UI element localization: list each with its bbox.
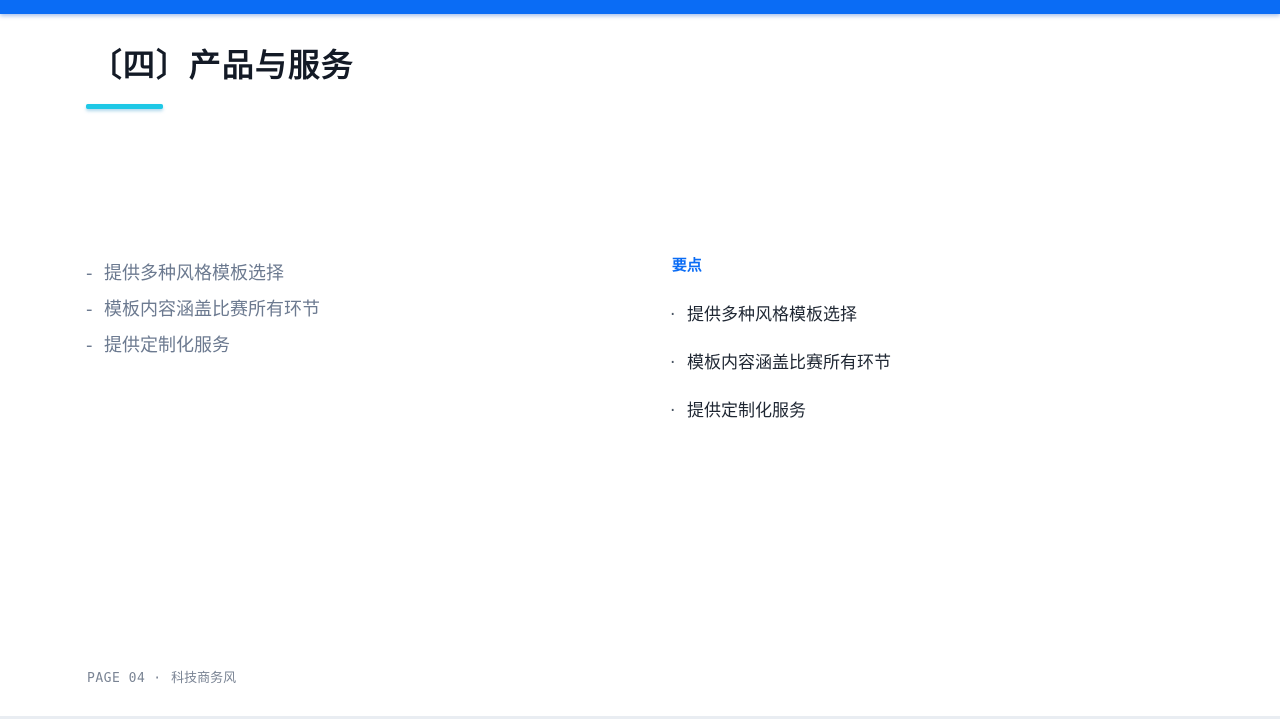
dot-marker: · bbox=[670, 305, 676, 325]
left-list-item-text: 模板内容涵盖比赛所有环节 bbox=[104, 299, 320, 320]
page-number: PAGE 04 bbox=[87, 671, 146, 686]
key-points-list: · 提供多种风格模板选择 · 模板内容涵盖比赛所有环节 · 提供定制化服务 bbox=[670, 300, 891, 444]
left-list-item-text: 提供多种风格模板选择 bbox=[104, 263, 284, 284]
key-point-text: 模板内容涵盖比赛所有环节 bbox=[687, 353, 891, 373]
dash-marker: - bbox=[86, 335, 93, 356]
key-points-heading: 要点 bbox=[672, 256, 703, 274]
left-list-item: - 提供定制化服务 bbox=[86, 330, 320, 366]
slide-title: 〔四〕产品与服务 bbox=[90, 46, 355, 84]
title-underline bbox=[86, 104, 163, 109]
dot-marker: · bbox=[670, 353, 676, 373]
dot-marker: · bbox=[670, 401, 676, 421]
top-accent-bar bbox=[0, 0, 1280, 14]
key-point-item: · 提供定制化服务 bbox=[670, 396, 891, 444]
left-list-item: - 模板内容涵盖比赛所有环节 bbox=[86, 294, 320, 330]
dash-marker: - bbox=[86, 263, 93, 284]
key-point-item: · 提供多种风格模板选择 bbox=[670, 300, 891, 348]
dash-marker: - bbox=[86, 299, 93, 320]
left-bullet-list: - 提供多种风格模板选择 - 模板内容涵盖比赛所有环节 - 提供定制化服务 bbox=[86, 258, 320, 366]
theme-label: 科技商务风 bbox=[171, 671, 237, 686]
left-list-item: - 提供多种风格模板选择 bbox=[86, 258, 320, 294]
key-point-text: 提供多种风格模板选择 bbox=[687, 305, 857, 325]
key-point-item: · 模板内容涵盖比赛所有环节 bbox=[670, 348, 891, 396]
footer-separator: · bbox=[153, 671, 162, 686]
slide-footer: PAGE 04 · 科技商务风 bbox=[87, 668, 236, 690]
slide: 〔四〕产品与服务 - 提供多种风格模板选择 - 模板内容涵盖比赛所有环节 - 提供定制… bbox=[0, 0, 1280, 719]
key-point-text: 提供定制化服务 bbox=[687, 401, 806, 421]
left-list-item-text: 提供定制化服务 bbox=[104, 335, 230, 356]
